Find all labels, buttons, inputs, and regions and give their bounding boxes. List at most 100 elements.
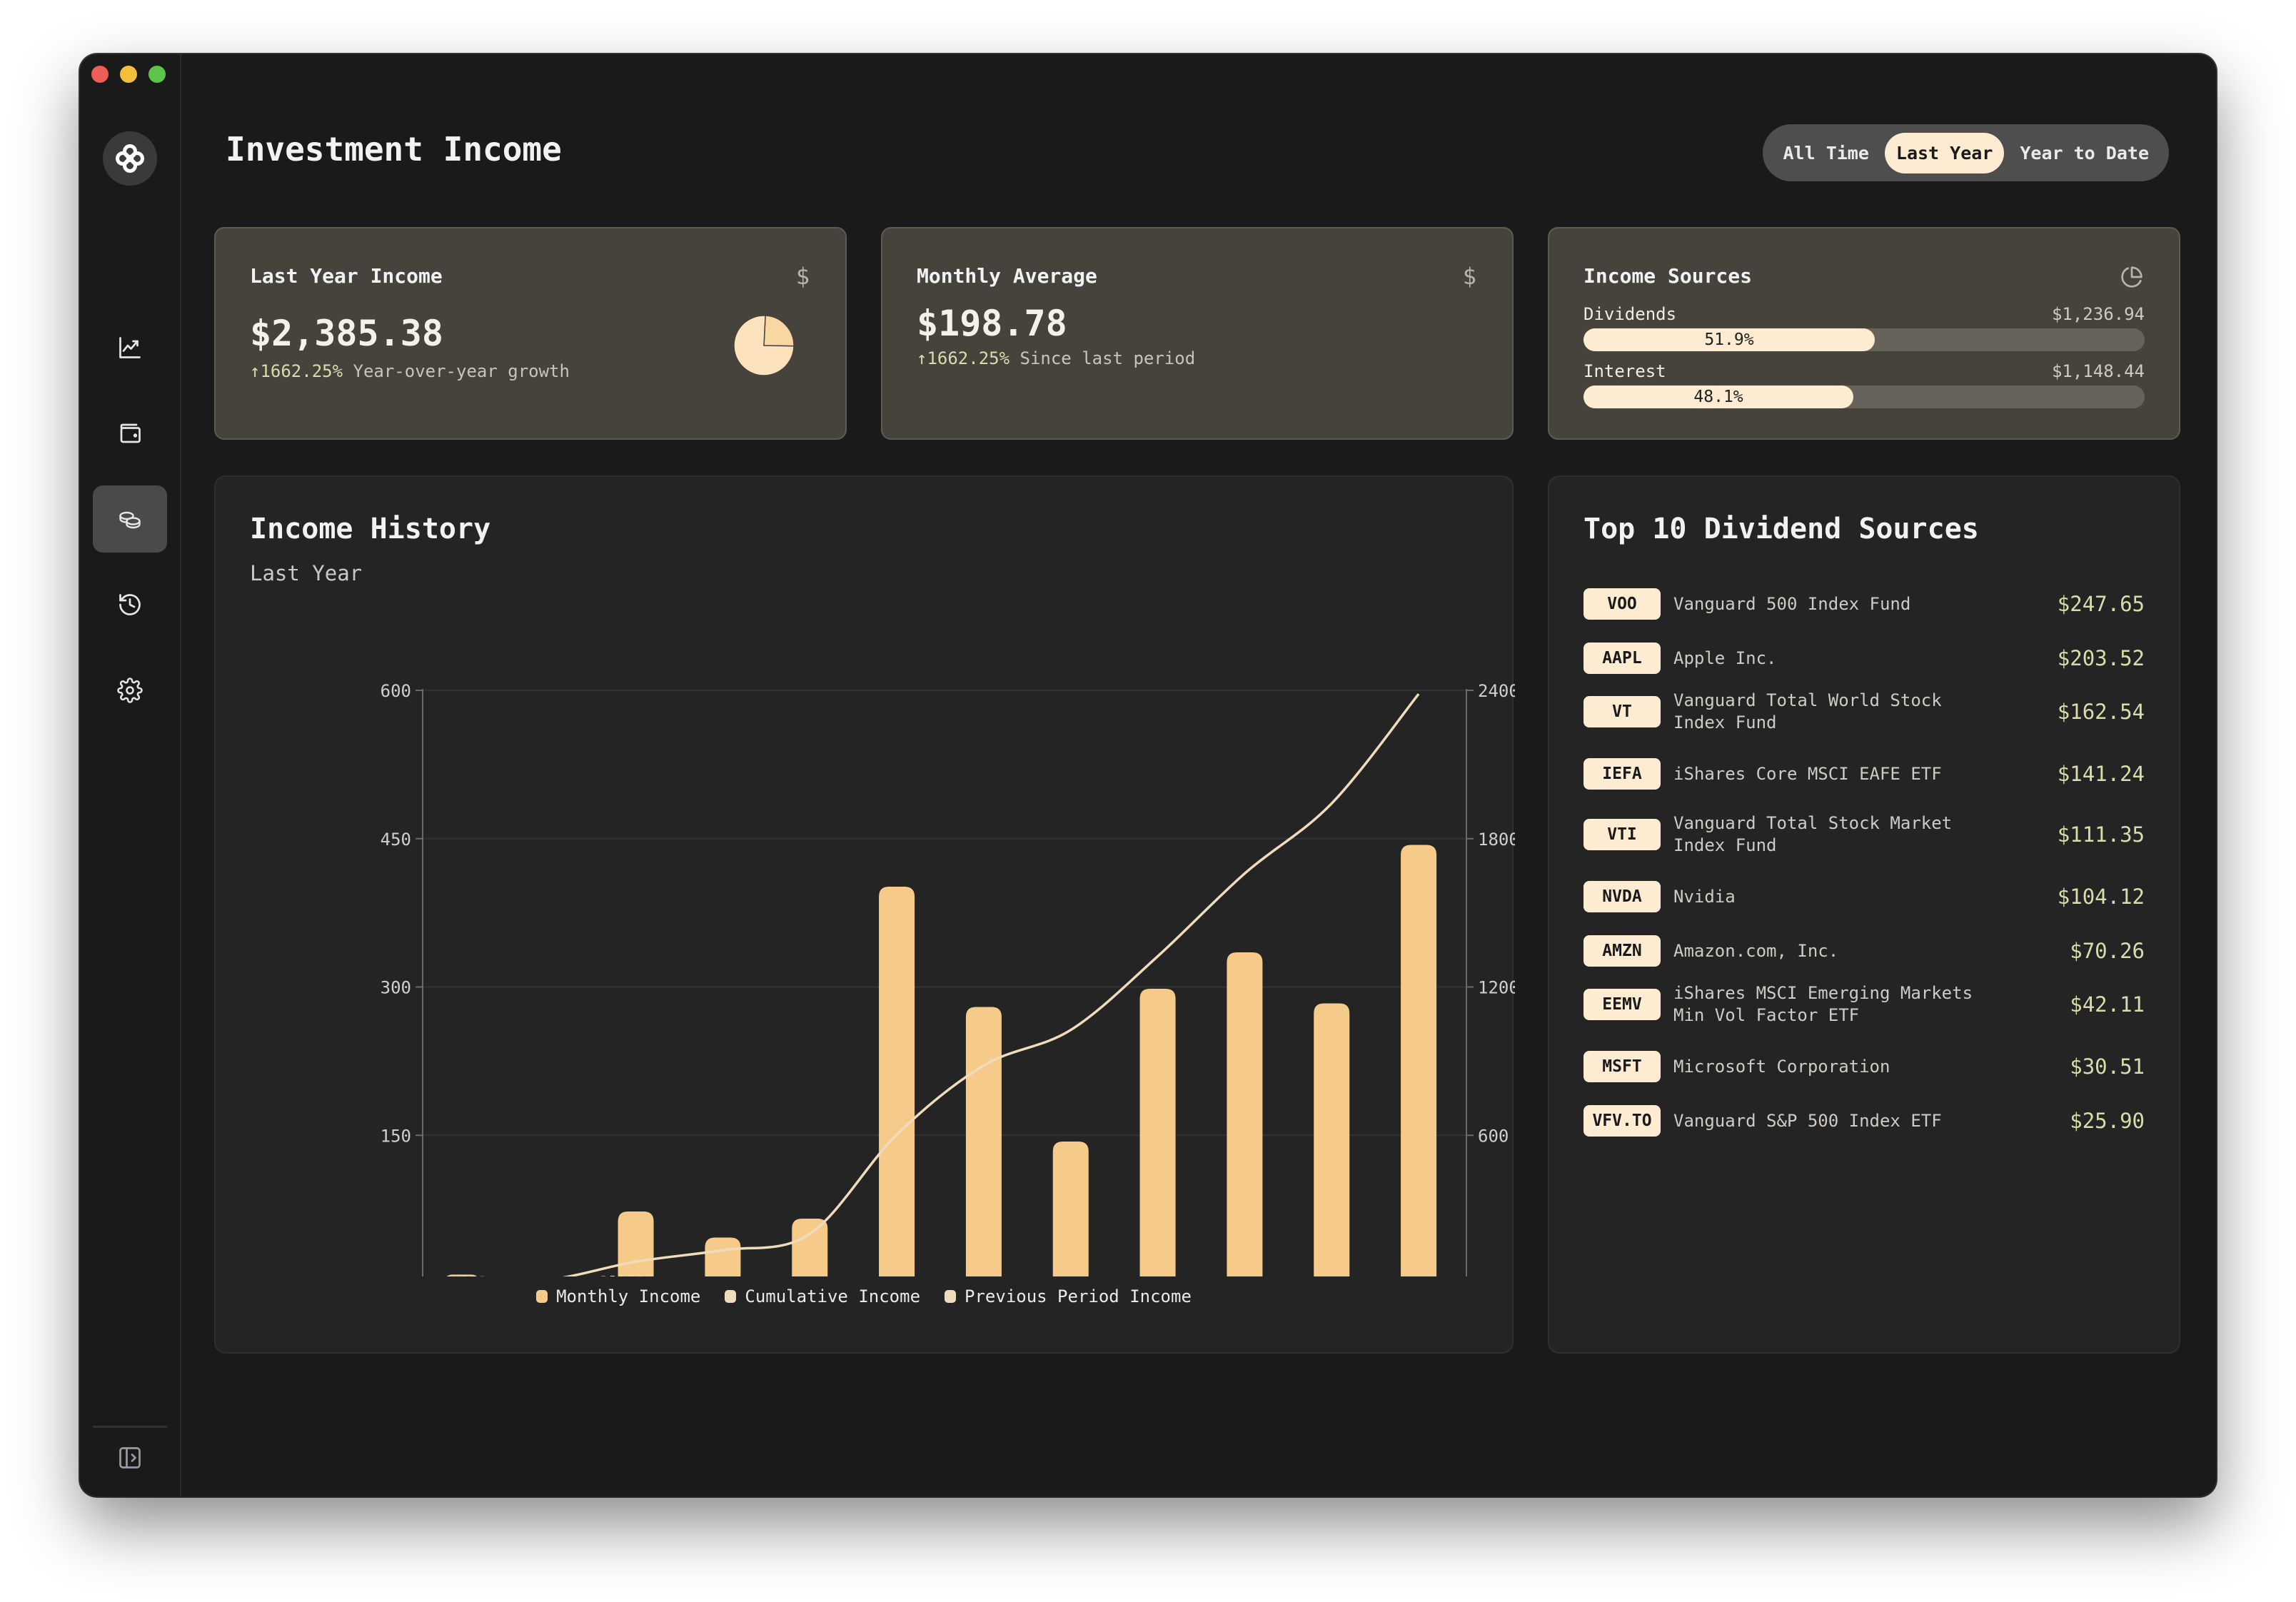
dividend-amount: $247.65 [2057, 592, 2145, 616]
fund-name: Vanguard Total World Stock Index Fund [1673, 690, 1942, 732]
last-year-income-value: $2,385.38 [250, 313, 443, 354]
ticker-badge: IEFA [1583, 758, 1661, 790]
card-monthly-average: Monthly Average $ $198.78 ↑1662.25% Sinc… [881, 227, 1514, 440]
bar-monthly-income[interactable] [1401, 845, 1437, 1276]
dividend-source-row[interactable]: MSFT Microsoft Corporation $30.51 [1583, 1051, 2145, 1082]
dividend-amount: $111.35 [2057, 822, 2145, 847]
y-right-tick-label: 2400 [1478, 681, 1515, 701]
dividend-source-row[interactable]: AAPL Apple Inc. $203.52 [1583, 643, 2145, 674]
income-history-panel: Income History Last Year 015030045060006… [214, 475, 1515, 1354]
fund-name: Microsoft Corporation [1673, 1056, 1890, 1077]
dividend-amount: $70.26 [2070, 939, 2145, 963]
dollar-icon: $ [795, 263, 810, 290]
card-last-year-income: Last Year Income $ $2,385.38 ↑1662.25% Y… [214, 227, 847, 440]
dividend-source-row[interactable]: VTI Vanguard Total Stock Market Index Fun… [1583, 811, 2145, 858]
app-logo[interactable] [103, 131, 157, 186]
dividend-source-row[interactable]: EEMV iShares MSCI Emerging Markets Min Vo… [1583, 981, 2145, 1028]
sidebar-item-income[interactable] [93, 485, 167, 553]
ticker-badge: AMZN [1583, 935, 1661, 967]
fund-name: Apple Inc. [1673, 648, 1777, 668]
dividend-source-row[interactable]: VT Vanguard Total World Stock Index Fund $… [1583, 688, 2145, 735]
sidebar-divider [93, 1426, 167, 1428]
dividend-amount: $25.90 [2070, 1109, 2145, 1133]
ticker-badge: MSFT [1583, 1051, 1661, 1082]
top-dividend-sources-panel: Top 10 Dividend Sources VOO Vanguard 500 … [1548, 475, 2180, 1354]
legend-item-cumulative-income[interactable]: Cumulative Income [725, 1286, 920, 1306]
panel-title: Top 10 Dividend Sources [1583, 513, 1979, 545]
range-option-all-time[interactable]: All Time [1771, 133, 1880, 173]
legend-label: Monthly Income [556, 1286, 701, 1306]
range-option-year-to-date[interactable]: Year to Date [2008, 133, 2160, 173]
bar-monthly-income[interactable] [1314, 1003, 1350, 1276]
sidebar-item-history[interactable] [93, 571, 167, 638]
dividend-source-row[interactable]: VFV.TO Vanguard S&P 500 Index ETF $25.90 [1583, 1105, 2145, 1137]
source-progress-fill: 48.1% [1583, 386, 1854, 408]
dividend-amount: $141.24 [2057, 762, 2145, 786]
y-left-tick-label: 600 [381, 681, 411, 701]
dividend-source-row[interactable]: AMZN Amazon.com, Inc. $70.26 [1583, 935, 2145, 967]
sidebar [80, 54, 181, 1496]
change-percent: ↑1662.25% [917, 348, 1010, 368]
y-left-tick-label: 150 [381, 1126, 411, 1146]
y-right-tick-label: 1800 [1478, 830, 1515, 850]
monthly-average-value: $198.78 [917, 303, 1067, 344]
dividend-source-row[interactable]: VOO Vanguard 500 Index Fund $247.65 [1583, 588, 2145, 620]
sidebar-item-accounts[interactable] [93, 400, 167, 467]
chart-line-icon [119, 337, 141, 358]
fund-name: Vanguard S&P 500 Index ETF [1673, 1110, 1942, 1131]
bar-monthly-income[interactable] [618, 1211, 654, 1276]
fund-name: Amazon.com, Inc. [1673, 940, 1839, 961]
dividend-amount: $30.51 [2070, 1054, 2145, 1079]
income-history-chart: 015030045060006001200180024002023-012023… [381, 681, 1515, 1276]
bar-monthly-income[interactable] [792, 1219, 828, 1276]
mini-pie-chart [733, 315, 795, 376]
fund-name: iShares MSCI Emerging Markets Min Vol Fa… [1673, 983, 1973, 1025]
sidebar-item-settings[interactable] [93, 657, 167, 724]
dividend-source-row[interactable]: IEFA iShares Core MSCI EAFE ETF $141.24 [1583, 758, 2145, 790]
legend-item-monthly-income[interactable]: Monthly Income [536, 1286, 700, 1306]
source-amount: $1,148.44 [2051, 361, 2145, 381]
page-title: Investment Income [226, 130, 562, 168]
ticker-badge: NVDA [1583, 881, 1661, 912]
bar-monthly-income[interactable] [1139, 988, 1176, 1276]
fund-name: iShares Core MSCI EAFE ETF [1673, 763, 1942, 784]
source-progress-track: 48.1% [1583, 386, 2145, 408]
source-percent: 48.1% [1693, 388, 1743, 406]
ticker-badge: VT [1583, 696, 1661, 727]
dollar-icon: $ [1462, 263, 1476, 290]
legend-item-previous-period-income[interactable]: Previous Period Income [945, 1286, 1192, 1306]
growth-percent: ↑1662.25% [250, 361, 343, 381]
bar-monthly-income[interactable] [1227, 952, 1263, 1276]
y-left-tick-label: 300 [381, 978, 411, 998]
source-percent: 51.9% [1704, 331, 1754, 349]
dividend-amount: $104.12 [2057, 885, 2145, 909]
ticker-badge: VFV.TO [1583, 1105, 1661, 1137]
bar-monthly-income[interactable] [965, 1007, 1002, 1276]
dividend-amount: $42.11 [2070, 992, 2145, 1017]
change-label: Since last period [1019, 348, 1196, 368]
source-amount: $1,236.94 [2051, 304, 2145, 324]
card-title: Income Sources [1583, 264, 1753, 288]
fund-name: Nvidia [1673, 886, 1736, 907]
range-option-last-year[interactable]: Last Year [1884, 132, 2005, 173]
app-window: Investment Income All Time Last Year Yea… [80, 54, 2216, 1496]
bar-monthly-income[interactable] [705, 1237, 741, 1276]
history-icon [119, 594, 141, 615]
y-left-tick-label: 450 [381, 830, 411, 850]
card-title: Last Year Income [250, 264, 443, 288]
bar-monthly-income[interactable] [1052, 1141, 1089, 1276]
dividend-amount: $162.54 [2057, 700, 2145, 724]
source-row-interest: Interest $1,148.44 48.1% [1583, 361, 2145, 408]
y-right-tick-label: 600 [1478, 1126, 1509, 1146]
dividend-source-row[interactable]: NVDA Nvidia $104.12 [1583, 881, 2145, 912]
card-income-sources: Income Sources Dividends $1,236.94 51.9%… [1548, 227, 2180, 440]
y-right-tick-label: 0 [1478, 1274, 1488, 1276]
sidebar-item-performance[interactable] [93, 314, 167, 381]
chart-legend: Monthly Income Cumulative Income Previou… [216, 1286, 1512, 1306]
wallet-icon [120, 423, 141, 443]
sidebar-expand-icon [119, 1447, 141, 1468]
line-cumulative-income [562, 692, 1420, 1276]
ticker-badge: VOO [1583, 588, 1661, 620]
sidebar-toggle-button[interactable] [116, 1444, 144, 1472]
bar-monthly-income[interactable] [879, 887, 915, 1276]
